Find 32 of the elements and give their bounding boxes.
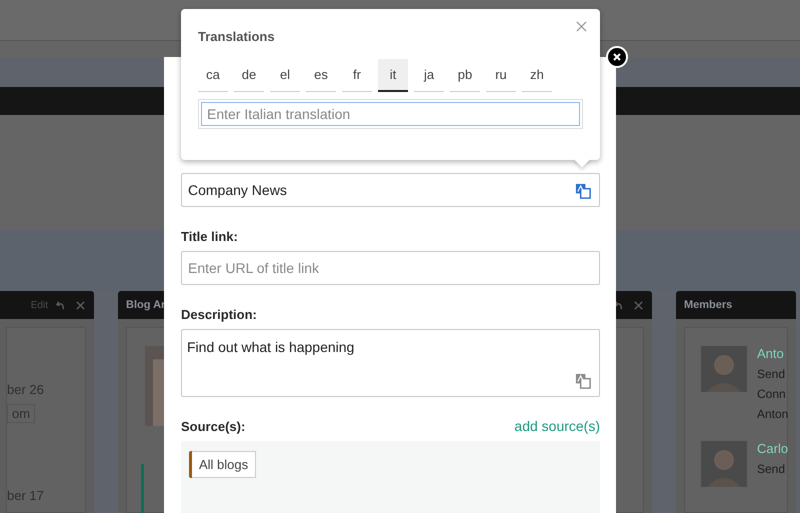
close-icon[interactable] [75, 300, 86, 310]
accent-bar [141, 464, 144, 513]
popover-title: Translations [198, 29, 275, 44]
field-label: Description: [181, 307, 258, 322]
language-tab[interactable]: ru [486, 59, 516, 92]
text-area[interactable]: Find out what is happening [181, 329, 600, 397]
field-label: Title link: [181, 229, 239, 244]
language-tab[interactable]: ja [414, 59, 444, 92]
language-tab[interactable]: zh [522, 59, 552, 92]
language-tab[interactable]: it [378, 59, 408, 92]
translate-icon[interactable] [575, 373, 592, 390]
language-tab[interactable]: de [234, 59, 264, 92]
add-source-link[interactable]: add source(s) [514, 418, 600, 434]
language-tab[interactable]: pb [450, 59, 480, 92]
field-label: Source(s): [181, 419, 246, 434]
undo-icon[interactable] [614, 300, 625, 310]
input-field[interactable]: Enter URL of title link [181, 251, 600, 285]
member-name[interactable]: Anto [757, 346, 788, 361]
translate-icon[interactable] [575, 183, 592, 200]
translation-field[interactable]: Enter Italian translation [201, 102, 580, 126]
close-icon[interactable] [633, 300, 644, 310]
source-tag[interactable]: All blogs [192, 451, 256, 478]
language-tab[interactable]: el [270, 59, 300, 92]
language-tab[interactable]: es [306, 59, 336, 92]
widget-title: Members [684, 299, 732, 311]
widget-title: Blog Ar [126, 299, 166, 311]
language-tab[interactable]: ca [198, 59, 228, 92]
close-icon[interactable] [576, 21, 587, 32]
input-field[interactable]: Company News [181, 173, 600, 207]
close-icon [612, 52, 622, 62]
member-name[interactable]: Carlo [757, 441, 788, 456]
language-tab[interactable]: fr [342, 59, 372, 92]
